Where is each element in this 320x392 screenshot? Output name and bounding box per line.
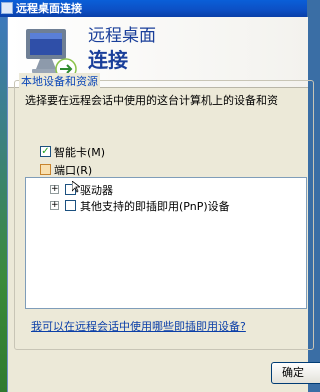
pnp-help-link[interactable]: 我可以在远程会话中使用哪些即插即用设备? xyxy=(31,318,246,334)
ok-button[interactable]: 确定 xyxy=(271,362,320,384)
expand-drives-icon[interactable]: + xyxy=(50,185,59,194)
port-checkbox[interactable] xyxy=(40,164,51,175)
pnp-device-tree[interactable] xyxy=(25,177,307,309)
group-legend: 本地设备和资源 xyxy=(19,73,100,89)
window-title: 远程桌面连接 xyxy=(16,2,82,15)
banner-subtitle: 连接 xyxy=(88,48,128,72)
desktop-background xyxy=(0,17,7,392)
smartcard-checkbox[interactable]: ✓ xyxy=(40,146,51,157)
pnp-checkbox[interactable] xyxy=(65,200,76,211)
title-bar[interactable]: 远程桌面连接 xyxy=(0,0,307,17)
expand-pnp-icon[interactable]: + xyxy=(50,201,59,210)
group-description: 选择要在远程会话中使用的这台计算机上的设备和资 xyxy=(25,94,278,107)
mouse-cursor-icon xyxy=(72,181,80,193)
tree-item-drives[interactable]: 驱动器 xyxy=(80,182,113,198)
banner-title: 远程桌面 xyxy=(88,26,156,46)
app-icon xyxy=(1,2,13,14)
tree-item-pnp[interactable]: 其他支持的即插即用(PnP)设备 xyxy=(80,198,230,214)
port-label[interactable]: 端口(R) xyxy=(54,162,92,178)
smartcard-label[interactable]: 智能卡(M) xyxy=(54,144,105,160)
